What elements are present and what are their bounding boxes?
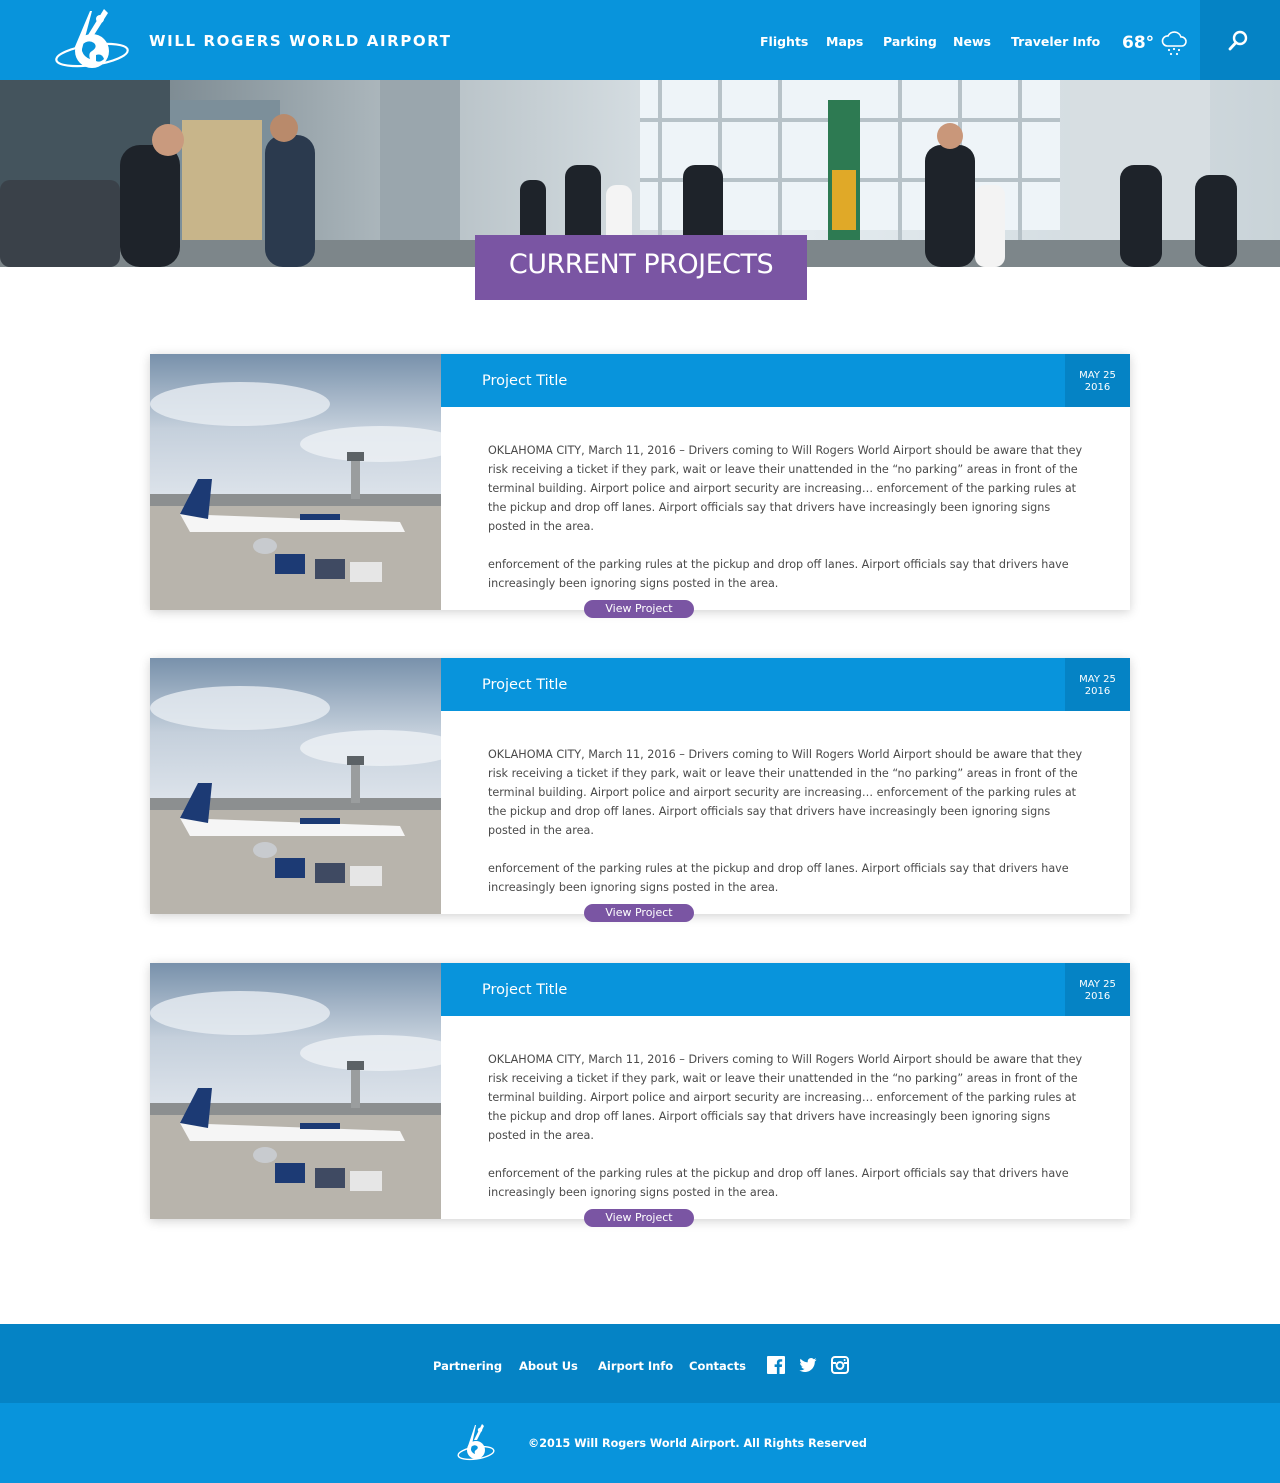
nav-news[interactable]: News: [953, 34, 991, 49]
project-title[interactable]: Project Title: [482, 982, 567, 998]
temperature: 68°: [1122, 33, 1155, 53]
date-month-day: MAY 25: [1079, 674, 1116, 685]
date-month-day: MAY 25: [1079, 370, 1116, 381]
footer-link-contacts[interactable]: Contacts: [689, 1359, 746, 1373]
facebook-icon[interactable]: [767, 1356, 785, 1374]
project-image: [150, 354, 441, 610]
footer-link-about-us[interactable]: About Us: [519, 1359, 578, 1373]
nav-maps[interactable]: Maps: [826, 34, 863, 49]
project-date: MAY 25 2016: [1065, 963, 1130, 1016]
description-paragraph: OKLAHOMA CITY, March 11, 2016 – Drivers …: [488, 444, 1083, 533]
project-title[interactable]: Project Title: [482, 677, 567, 693]
nav-parking[interactable]: Parking: [883, 34, 937, 49]
view-project-button[interactable]: View Project: [584, 1209, 694, 1227]
project-image: [150, 963, 441, 1219]
search-button[interactable]: [1200, 0, 1280, 80]
date-year: 2016: [1084, 991, 1111, 1002]
card-header: Project Title MAY 25 2016: [441, 354, 1130, 407]
footer-link-airport-info[interactable]: Airport Info: [598, 1359, 673, 1373]
project-description: OKLAHOMA CITY, March 11, 2016 – Drivers …: [488, 441, 1088, 593]
description-paragraph: OKLAHOMA CITY, March 11, 2016 – Drivers …: [488, 1053, 1083, 1142]
project-description: OKLAHOMA CITY, March 11, 2016 – Drivers …: [488, 1050, 1088, 1202]
project-card: Project Title MAY 25 2016 OKLAHOMA CITY,…: [150, 354, 1130, 618]
description-paragraph: enforcement of the parking rules at the …: [488, 558, 1069, 590]
date-month-day: MAY 25: [1079, 979, 1116, 990]
description-paragraph: enforcement of the parking rules at the …: [488, 1167, 1069, 1199]
footer-nav: Partnering About Us Airport Info Contact…: [0, 1324, 1280, 1403]
project-title[interactable]: Project Title: [482, 373, 567, 389]
snow-cloud-icon: [1161, 31, 1187, 56]
project-date: MAY 25 2016: [1065, 354, 1130, 407]
view-project-button[interactable]: View Project: [584, 904, 694, 922]
instagram-icon[interactable]: [831, 1356, 849, 1374]
date-year: 2016: [1084, 686, 1111, 697]
airplane-photo: [150, 963, 441, 1219]
description-paragraph: enforcement of the parking rules at the …: [488, 862, 1069, 894]
project-description: OKLAHOMA CITY, March 11, 2016 – Drivers …: [488, 745, 1088, 897]
footer-logo[interactable]: [456, 1421, 496, 1465]
copyright-text: ©2015 Will Rogers World Airport. All Rig…: [528, 1437, 867, 1450]
project-image: [150, 658, 441, 914]
page-title: CURRENT PROJECTS: [508, 249, 774, 280]
weather-widget: 68°: [1122, 28, 1189, 58]
project-card: Project Title MAY 25 2016 OKLAHOMA CITY,…: [150, 658, 1130, 922]
description-paragraph: OKLAHOMA CITY, March 11, 2016 – Drivers …: [488, 748, 1083, 837]
hero-title-box: CURRENT PROJECTS: [475, 235, 807, 300]
footer-bottom: ©2015 Will Rogers World Airport. All Rig…: [0, 1403, 1280, 1483]
site-header: WILL ROGERS WORLD AIRPORT Flights Maps P…: [0, 0, 1280, 80]
card-header: Project Title MAY 25 2016: [441, 963, 1130, 1016]
footer-link-partnering[interactable]: Partnering: [433, 1359, 502, 1373]
nav-flights[interactable]: Flights: [760, 34, 808, 49]
twitter-icon[interactable]: [799, 1356, 817, 1374]
airplane-photo: [150, 354, 441, 610]
airport-logo[interactable]: [52, 5, 132, 73]
project-date: MAY 25 2016: [1065, 658, 1130, 711]
card-header: Project Title MAY 25 2016: [441, 658, 1130, 711]
date-year: 2016: [1084, 382, 1111, 393]
airplane-photo: [150, 658, 441, 914]
site-name[interactable]: WILL ROGERS WORLD AIRPORT: [149, 32, 452, 50]
project-card: Project Title MAY 25 2016 OKLAHOMA CITY,…: [150, 963, 1130, 1227]
nav-traveler-info[interactable]: Traveler Info: [1011, 34, 1100, 49]
view-project-button[interactable]: View Project: [584, 600, 694, 618]
search-icon: [1228, 30, 1248, 51]
